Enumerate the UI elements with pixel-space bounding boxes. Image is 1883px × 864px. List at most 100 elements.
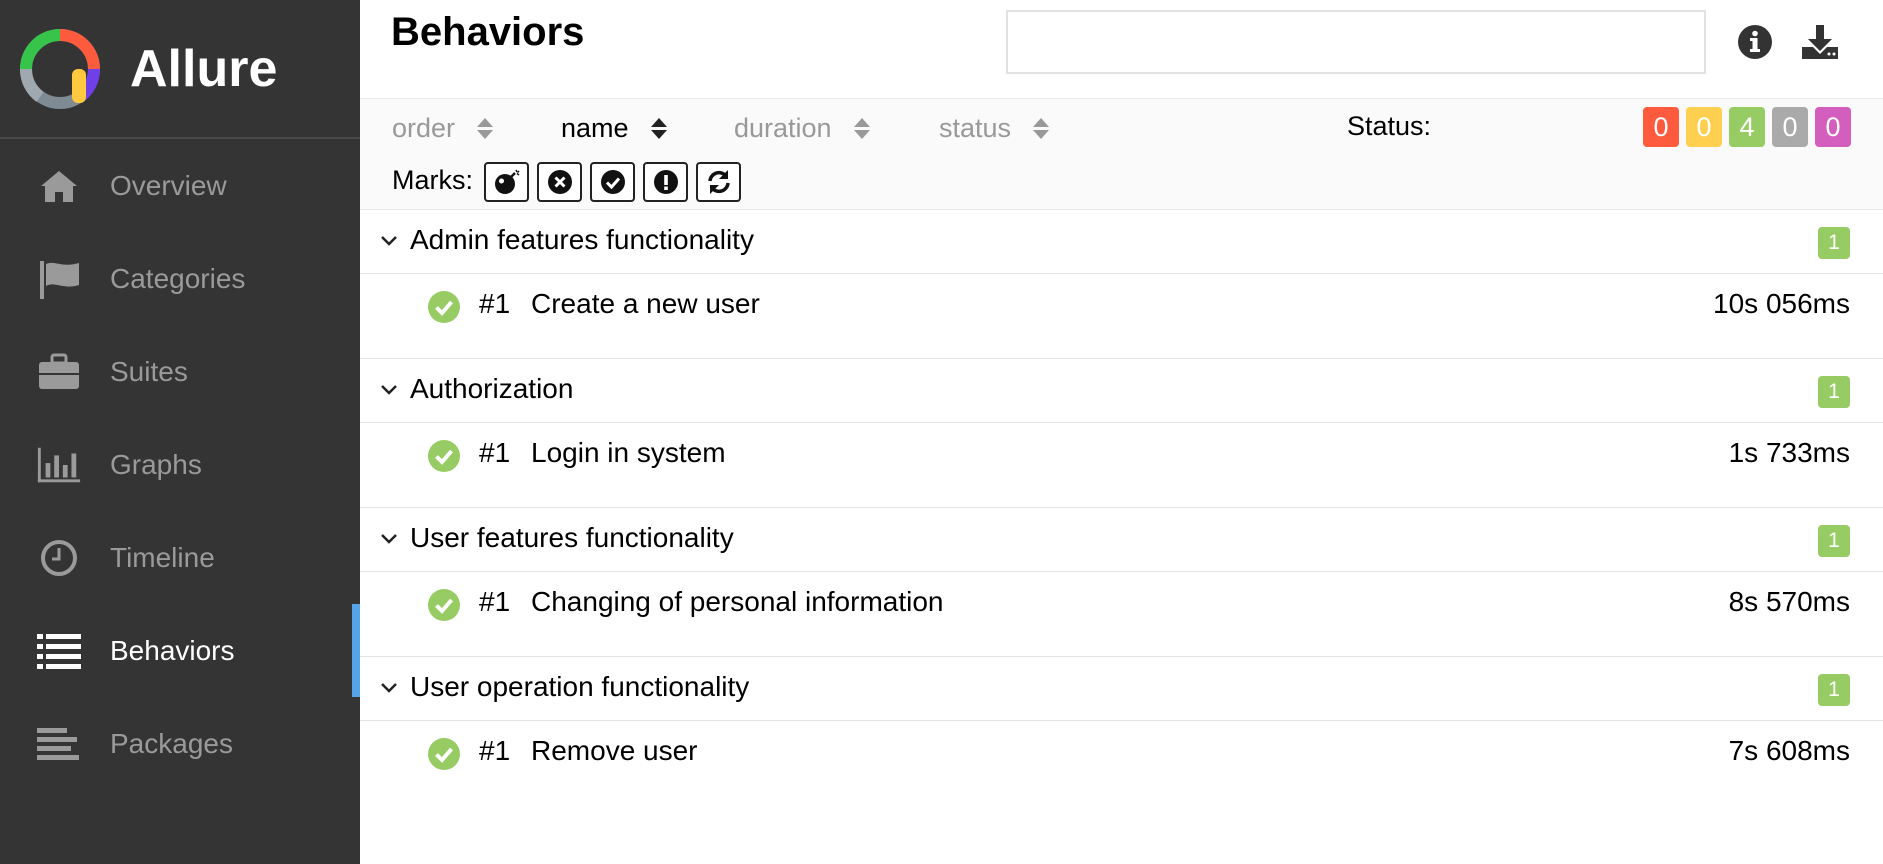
list-icon bbox=[36, 628, 82, 674]
tree-group-header[interactable]: Admin features functionality 1 bbox=[360, 210, 1883, 274]
times-circle-icon bbox=[547, 170, 572, 194]
briefcase-icon bbox=[36, 349, 82, 395]
case-number: #1 bbox=[479, 288, 511, 319]
sort-arrows-icon bbox=[853, 118, 870, 139]
sidebar-item-label: Categories bbox=[110, 262, 246, 294]
status-count-broken[interactable]: 0 bbox=[1686, 107, 1722, 147]
check-circle-icon bbox=[600, 170, 625, 194]
sort-arrows-icon bbox=[477, 118, 494, 139]
passed-count-badge: 1 bbox=[1818, 525, 1850, 557]
group-name: User features functionality bbox=[410, 522, 734, 553]
status-passed-icon bbox=[428, 440, 460, 472]
marks-label: Marks: bbox=[392, 165, 473, 195]
tree-group: Admin features functionality 1 #1 Create… bbox=[360, 210, 1883, 359]
sidebar-item-label: Overview bbox=[110, 169, 227, 201]
status-count-unknown[interactable]: 0 bbox=[1815, 107, 1851, 147]
mark-new-broken-button[interactable] bbox=[643, 162, 688, 202]
info-icon[interactable] bbox=[1735, 22, 1775, 62]
page-title: Behaviors bbox=[391, 10, 585, 54]
mark-flaky-button[interactable] bbox=[484, 162, 529, 202]
case-number: #1 bbox=[479, 437, 511, 468]
case-name: Create a new user bbox=[531, 288, 760, 319]
chevron-down-icon bbox=[381, 534, 397, 544]
download-icon[interactable] bbox=[1800, 22, 1840, 62]
status-passed-icon bbox=[428, 738, 460, 770]
case-duration: 10s 056ms bbox=[1713, 288, 1850, 319]
group-name: User operation functionality bbox=[410, 671, 750, 702]
mark-new-passed-button[interactable] bbox=[590, 162, 635, 202]
sidebar-item-graphs[interactable]: Graphs bbox=[0, 418, 360, 511]
tree-group-header[interactable]: User features functionality 1 bbox=[360, 508, 1883, 572]
tree-group-header[interactable]: User operation functionality 1 bbox=[360, 657, 1883, 721]
status-passed-icon bbox=[428, 589, 460, 621]
case-number: #1 bbox=[479, 735, 511, 766]
sort-duration[interactable]: duration bbox=[734, 113, 870, 144]
test-case-row[interactable]: #1 Remove user 7s 608ms bbox=[360, 721, 1883, 805]
sort-status[interactable]: status bbox=[939, 113, 1050, 144]
search-input[interactable] bbox=[1006, 10, 1706, 74]
sidebar-item-packages[interactable]: Packages bbox=[0, 697, 360, 790]
bomb-icon bbox=[494, 169, 520, 194]
main-content: Behaviors order name duration status Sta… bbox=[360, 0, 1883, 864]
test-case-row[interactable]: #1 Changing of personal information 8s 5… bbox=[360, 572, 1883, 656]
flag-icon bbox=[36, 256, 82, 302]
tree-group: User features functionality 1 #1 Changin… bbox=[360, 508, 1883, 657]
bar-chart-icon bbox=[36, 442, 82, 488]
clock-icon bbox=[36, 535, 82, 581]
sort-arrows-icon bbox=[1033, 118, 1050, 139]
exclamation-circle-icon bbox=[653, 170, 678, 194]
status-filter-label: Status: bbox=[1347, 111, 1432, 141]
home-icon bbox=[36, 163, 82, 209]
sort-arrows-icon bbox=[650, 118, 667, 139]
tree-group-header[interactable]: Authorization 1 bbox=[360, 359, 1883, 423]
marks-filter bbox=[484, 162, 741, 202]
sidebar-item-suites[interactable]: Suites bbox=[0, 325, 360, 418]
mark-new-failed-button[interactable] bbox=[537, 162, 582, 202]
status-count-skipped[interactable]: 0 bbox=[1772, 107, 1808, 147]
case-duration: 8s 570ms bbox=[1728, 586, 1850, 617]
group-name: Authorization bbox=[410, 373, 574, 404]
status-count-passed[interactable]: 4 bbox=[1729, 107, 1765, 147]
sidebar-item-label: Packages bbox=[110, 727, 233, 759]
sort-label: name bbox=[561, 113, 629, 143]
passed-count-badge: 1 bbox=[1818, 376, 1850, 408]
passed-count-badge: 1 bbox=[1818, 674, 1850, 706]
align-left-icon bbox=[36, 721, 82, 767]
app-name: Allure bbox=[130, 39, 278, 98]
sort-name[interactable]: name bbox=[561, 113, 667, 144]
case-name: Changing of personal information bbox=[531, 586, 944, 617]
case-duration: 7s 608ms bbox=[1728, 735, 1850, 766]
passed-count-badge: 1 bbox=[1818, 227, 1850, 259]
toolbar: order name duration status Status: 0 0 4… bbox=[360, 98, 1883, 210]
sidebar-item-categories[interactable]: Categories bbox=[0, 232, 360, 325]
behaviors-tree: Admin features functionality 1 #1 Create… bbox=[360, 210, 1883, 805]
status-filter: 0 0 4 0 0 bbox=[1643, 107, 1851, 147]
chevron-down-icon bbox=[381, 236, 397, 246]
test-case-row[interactable]: #1 Login in system 1s 733ms bbox=[360, 423, 1883, 507]
sort-label: duration bbox=[734, 113, 832, 143]
case-duration: 1s 733ms bbox=[1728, 437, 1850, 468]
status-count-failed[interactable]: 0 bbox=[1643, 107, 1679, 147]
sidebar-nav: Overview Categories Suites Graphs Timeli… bbox=[0, 139, 360, 790]
brand[interactable]: Allure bbox=[0, 0, 360, 139]
case-name: Remove user bbox=[531, 735, 698, 766]
mark-retries-button[interactable] bbox=[696, 162, 741, 202]
tree-group: User operation functionality 1 #1 Remove… bbox=[360, 657, 1883, 805]
sidebar-item-label: Graphs bbox=[110, 448, 202, 480]
group-name: Admin features functionality bbox=[410, 224, 754, 255]
case-name: Login in system bbox=[531, 437, 726, 468]
sidebar-item-label: Timeline bbox=[110, 541, 215, 573]
chevron-down-icon bbox=[381, 385, 397, 395]
tree-group: Authorization 1 #1 Login in system 1s 73… bbox=[360, 359, 1883, 508]
sort-order[interactable]: order bbox=[392, 113, 494, 144]
sort-label: status bbox=[939, 113, 1012, 143]
sidebar: Allure Overview Categories Suites Graphs bbox=[0, 0, 360, 864]
sidebar-item-behaviors[interactable]: Behaviors bbox=[0, 604, 360, 697]
sidebar-item-overview[interactable]: Overview bbox=[0, 139, 360, 232]
allure-logo-icon bbox=[20, 28, 100, 109]
test-case-row[interactable]: #1 Create a new user 10s 056ms bbox=[360, 274, 1883, 358]
sidebar-item-timeline[interactable]: Timeline bbox=[0, 511, 360, 604]
sort-label: order bbox=[392, 113, 456, 143]
refresh-icon bbox=[707, 170, 730, 194]
status-passed-icon bbox=[428, 291, 460, 323]
